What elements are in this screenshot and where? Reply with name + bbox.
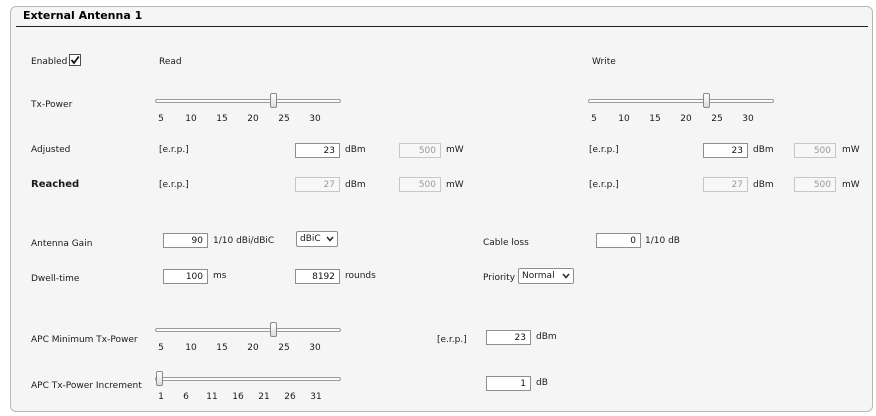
write-reached-mw-field — [794, 177, 836, 192]
unit-label: dBm — [753, 145, 774, 155]
write-adjusted-erp: [e.r.p.] — [589, 145, 619, 155]
apc-inc-label: APC Tx-Power Increment — [31, 381, 142, 391]
write-adjusted-dbm-input[interactable] — [703, 143, 748, 158]
priority-label: Priority — [483, 273, 516, 283]
slider-tick: 20 — [680, 114, 692, 124]
cable-loss-input[interactable] — [596, 233, 641, 248]
unit-label: dBm — [345, 180, 366, 190]
slider-thumb[interactable] — [703, 93, 710, 108]
slider-tick: 6 — [183, 392, 189, 402]
read-reached-dbm-field — [295, 177, 340, 192]
write-reached-dbm-field — [703, 177, 748, 192]
priority-select[interactable]: Normal — [518, 268, 574, 284]
write-reached-erp: [e.r.p.] — [589, 180, 619, 190]
select-value: Normal — [522, 271, 555, 281]
slider-thumb[interactable] — [270, 93, 277, 108]
read-adjusted-mw-field — [399, 143, 441, 158]
antenna-gain-type-select[interactable]: dBiC — [296, 231, 338, 247]
unit-label: mW — [842, 145, 860, 155]
apc-min-erp: [e.r.p.] — [437, 335, 467, 345]
apc-inc-slider[interactable]: 1 6 11 16 21 26 31 — [155, 371, 341, 402]
unit-label: mW — [446, 145, 464, 155]
unit-label: rounds — [345, 271, 376, 281]
slider-track — [155, 377, 341, 381]
unit-label: dBm — [753, 180, 774, 190]
slider-tick: 25 — [278, 343, 290, 353]
apc-inc-db-input[interactable] — [486, 376, 531, 391]
title-divider — [16, 26, 868, 27]
tx-power-label: Tx-Power — [31, 100, 73, 110]
slider-tick: 5 — [158, 114, 164, 124]
enabled-label: Enabled — [31, 57, 68, 67]
slider-tick: 10 — [618, 114, 630, 124]
unit-label: mW — [446, 180, 464, 190]
slider-thumb[interactable] — [270, 322, 277, 337]
unit-label: dB — [536, 378, 548, 388]
cable-loss-label: Cable loss — [483, 238, 529, 248]
slider-tick: 15 — [216, 343, 228, 353]
slider-tick: 30 — [309, 343, 321, 353]
unit-label: ms — [213, 271, 227, 281]
unit-label: 1/10 dBi/dBiC — [213, 236, 275, 246]
write-adjusted-mw-field — [794, 143, 836, 158]
slider-tick: 20 — [247, 343, 259, 353]
slider-tick: 31 — [310, 392, 322, 402]
slider-track — [155, 328, 341, 332]
adjusted-label: Adjusted — [31, 145, 71, 155]
unit-label: 1/10 dB — [645, 236, 680, 246]
read-reached-mw-field — [399, 177, 441, 192]
select-value: dBiC — [300, 234, 321, 244]
slider-tick: 5 — [158, 343, 164, 353]
slider-tick: 26 — [284, 392, 296, 402]
apc-min-label: APC Minimum Tx-Power — [31, 335, 138, 345]
rounds-input[interactable] — [295, 269, 340, 284]
unit-label: mW — [842, 180, 860, 190]
write-tx-power-slider[interactable]: 5 10 15 20 25 30 — [588, 93, 774, 124]
read-adjusted-erp: [e.r.p.] — [159, 145, 189, 155]
chevron-down-icon — [562, 273, 570, 279]
read-header: Read — [159, 57, 182, 67]
slider-track — [155, 99, 341, 103]
slider-tick: 20 — [247, 114, 259, 124]
slider-tick: 10 — [185, 343, 197, 353]
slider-tick: 21 — [258, 392, 270, 402]
slider-track — [588, 99, 774, 103]
slider-tick: 15 — [216, 114, 228, 124]
slider-tick: 25 — [711, 114, 723, 124]
apc-min-slider[interactable]: 5 10 15 20 25 30 — [155, 322, 341, 353]
slider-tick: 11 — [206, 392, 218, 402]
slider-tick: 1 — [158, 392, 164, 402]
read-reached-erp: [e.r.p.] — [159, 180, 189, 190]
dwell-time-label: Dwell-time — [31, 274, 80, 284]
read-tx-power-slider[interactable]: 5 10 15 20 25 30 — [155, 93, 341, 124]
panel-title: External Antenna 1 — [23, 9, 143, 22]
slider-tick: 15 — [649, 114, 661, 124]
slider-tick: 30 — [309, 114, 321, 124]
chevron-down-icon — [326, 236, 334, 242]
antenna-gain-label: Antenna Gain — [31, 239, 93, 249]
slider-thumb[interactable] — [156, 371, 163, 386]
unit-label: dBm — [345, 145, 366, 155]
apc-min-dbm-input[interactable] — [486, 330, 531, 345]
unit-label: dBm — [536, 332, 557, 342]
reached-label: Reached — [31, 179, 80, 190]
slider-tick: 5 — [591, 114, 597, 124]
enabled-checkbox[interactable] — [69, 54, 81, 66]
dwell-time-input[interactable] — [163, 269, 208, 284]
antenna-panel — [10, 6, 873, 412]
write-header: Write — [592, 57, 616, 67]
slider-tick: 16 — [232, 392, 244, 402]
slider-tick: 30 — [742, 114, 754, 124]
antenna-gain-input[interactable] — [163, 233, 208, 248]
slider-tick: 25 — [278, 114, 290, 124]
slider-tick: 10 — [185, 114, 197, 124]
check-icon — [70, 55, 80, 65]
read-adjusted-dbm-input[interactable] — [295, 143, 340, 158]
